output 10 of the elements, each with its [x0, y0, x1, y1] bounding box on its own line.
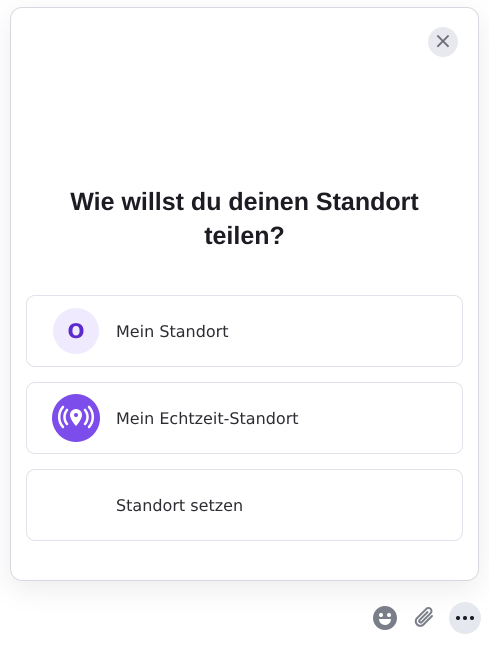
close-button[interactable]: ×: [428, 27, 458, 57]
dots-icon: [456, 616, 474, 620]
option-button[interactable]: Standort setzen: [26, 469, 463, 541]
avatar-letter: O: [53, 308, 99, 354]
dialog-title: Wie willst du deinen Standort teilen?: [69, 187, 420, 252]
option-button[interactable]: O Mein Standort: [26, 295, 463, 367]
option-button[interactable]: Mein Echtzeit-Standort: [26, 382, 463, 454]
smiley-icon: [372, 605, 398, 631]
more-button[interactable]: [449, 602, 481, 634]
live-location-icon: [52, 394, 100, 442]
